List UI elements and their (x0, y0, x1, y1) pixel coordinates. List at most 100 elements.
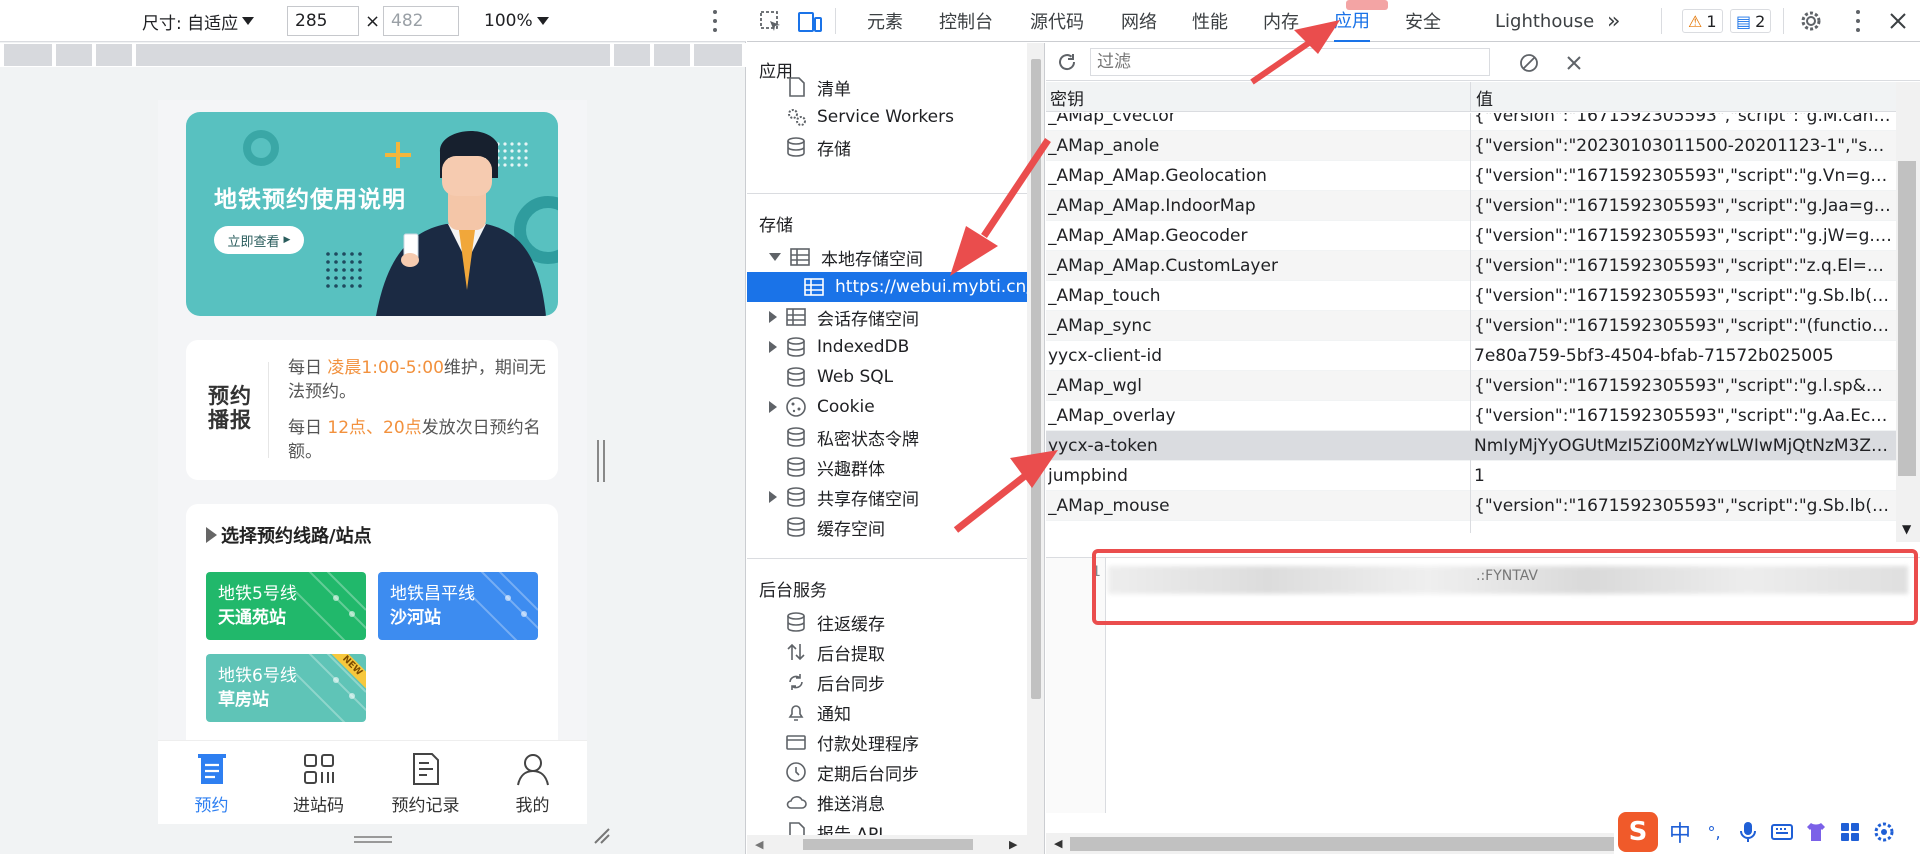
sidebar-item-storage-overview[interactable]: 存储 (785, 132, 851, 162)
ime-settings-icon[interactable] (1872, 820, 1896, 844)
column-divider[interactable] (1470, 113, 1471, 533)
microphone-icon[interactable] (1736, 820, 1760, 844)
scroll-right-icon[interactable]: ▶ (1009, 838, 1017, 851)
sidebar-item-push-messaging[interactable]: 推送消息 (785, 787, 885, 817)
zoom-dropdown[interactable]: 100% (484, 0, 549, 42)
scroll-down-icon[interactable]: ▼ (1902, 522, 1911, 536)
table-row[interactable]: _AMap_AMap.Geolocation {"version":"167159… (1046, 161, 1896, 191)
table-row[interactable]: _AMap_AMap.Geocoder {"version":"167159230… (1046, 221, 1896, 251)
table-row[interactable]: _AMap_anole {"version":"20230103011500-20… (1046, 131, 1896, 161)
tab-entry-code[interactable]: 进站码 (265, 741, 372, 824)
table-row[interactable]: _AMap_wgl {"version":"1671592305593","scr… (1046, 371, 1896, 401)
sidebar-scrollbar-thumb[interactable] (1031, 59, 1041, 699)
line-button-5[interactable]: 地铁5号线 天通苑站 (206, 572, 366, 640)
viewport-resize-handle[interactable] (597, 440, 605, 482)
user-icon (516, 754, 549, 786)
sidebar-item-cookie[interactable]: Cookie (769, 392, 875, 422)
view-now-button[interactable]: 立即查看 ▶ (214, 226, 304, 254)
table-row[interactable]: _AMap_cvector {"version":"1671592305593",… (1046, 113, 1896, 131)
tab-application[interactable]: 应用 (1334, 0, 1370, 42)
sidebar-item-session-storage[interactable]: 会话存储空间 (769, 302, 919, 332)
sidebar-item-manifest[interactable]: 清单 (785, 72, 851, 102)
delete-selected-icon[interactable] (1564, 53, 1584, 73)
media-query-bar[interactable] (0, 43, 746, 67)
table-row[interactable]: _AMap_AMap.IndoorMap {"version":"16715923… (1046, 191, 1896, 221)
sidebar-item-payment-handler[interactable]: 付款处理程序 (785, 727, 919, 757)
toolbox-grid-icon[interactable] (1838, 820, 1862, 844)
device-toolbar-icon[interactable] (797, 10, 823, 34)
tab-lighthouse[interactable]: Lighthouse (1495, 0, 1594, 42)
table-scrollbar-thumb[interactable] (1898, 161, 1916, 476)
dimensions-dropdown[interactable]: 尺寸: 自适应 (142, 0, 255, 42)
clear-all-icon[interactable] (1518, 52, 1540, 74)
customize-devtools-icon[interactable] (1855, 10, 1861, 32)
sidebar-item-local-storage[interactable]: 本地存储空间 (769, 242, 923, 272)
sidebar-item-background-fetch[interactable]: 后台提取 (785, 637, 885, 667)
viewport-resize-handle-bottom[interactable] (354, 836, 392, 843)
messages-badge[interactable]: ▤ 2 (1730, 9, 1772, 33)
sidebar-item-service-workers[interactable]: Service Workers (785, 102, 954, 132)
sidebar-item-shared-storage[interactable]: 共享存储空间 (769, 482, 919, 512)
tab-console[interactable]: 控制台 (939, 0, 993, 42)
keyboard-icon[interactable] (1770, 820, 1794, 844)
width-input[interactable]: 285 (287, 6, 359, 36)
table-row[interactable]: _AMap_overlay {"version":"1671592305593",… (1046, 401, 1896, 431)
ime-language-toggle[interactable]: 中 (1668, 816, 1692, 848)
settings-gear-icon[interactable] (1799, 9, 1823, 33)
tab-sources[interactable]: 源代码 (1030, 0, 1084, 42)
sidebar-item-bfcache[interactable]: 往返缓存 (785, 607, 885, 637)
sidebar-item-indexeddb[interactable]: IndexedDB (769, 332, 909, 362)
tab-security[interactable]: 安全 (1405, 0, 1441, 42)
table-hscroll-thumb[interactable] (1070, 837, 1690, 851)
tab-label: 进站码 (293, 796, 344, 816)
table-row[interactable]: _AMap_mouse {"version":"1671592305593","s… (1046, 491, 1896, 521)
tab-performance[interactable]: 性能 (1192, 0, 1228, 42)
tab-label: 预约 (194, 796, 229, 816)
sidebar-item-notifications[interactable]: 通知 (785, 697, 851, 727)
tab-reserve[interactable]: 预约 (158, 741, 265, 824)
sidebar-item-cache-storage[interactable]: 缓存空间 (785, 512, 885, 542)
line-button-changping[interactable]: 地铁昌平线 沙河站 (378, 572, 538, 640)
table-row[interactable]: _AMap_AMap.CustomLayer {"version":"167159… (1046, 251, 1896, 281)
refresh-icon[interactable] (1056, 51, 1078, 73)
chevron-right-icon: ▶ (283, 235, 291, 245)
bottom-tab-bar: 预约 进站码 预约记录 我的 (158, 740, 587, 824)
resize-corner-icon[interactable] (592, 826, 610, 844)
triangle-right-icon (206, 527, 217, 543)
more-tabs-icon[interactable]: » (1607, 0, 1620, 42)
sidebar-item-local-storage-origin[interactable]: https://webui.mybti.cn/ (747, 272, 1032, 302)
table-row[interactable]: yycx-client-id 7e80a759-5bf3-4504-bfab-71… (1046, 341, 1896, 371)
ime-punctuation-toggle[interactable]: °, (1702, 823, 1726, 842)
sidebar-item-background-sync[interactable]: 后台同步 (785, 667, 885, 697)
filter-input[interactable] (1090, 48, 1490, 76)
tab-mine[interactable]: 我的 (479, 741, 586, 824)
sidebar-hscroll-thumb[interactable] (803, 839, 973, 850)
scroll-left-icon[interactable]: ◀ (1054, 837, 1062, 850)
tab-memory[interactable]: 内存 (1263, 0, 1299, 42)
table-row[interactable]: jumpbind 1 (1046, 461, 1896, 491)
sidebar-item-websql[interactable]: Web SQL (785, 362, 893, 392)
sidebar-item-interest-groups[interactable]: 兴趣群体 (785, 452, 885, 482)
sidebar-item-private-state-tokens[interactable]: 私密状态令牌 (785, 422, 919, 452)
more-options-icon[interactable] (712, 10, 718, 32)
close-devtools-icon[interactable] (1888, 11, 1908, 31)
tab-elements[interactable]: 元素 (867, 0, 903, 42)
tab-records[interactable]: 预约记录 (372, 741, 479, 824)
table-row[interactable]: _AMap_touch {"version":"1671592305593","s… (1046, 281, 1896, 311)
tab-network[interactable]: 网络 (1121, 0, 1157, 42)
skin-shirt-icon[interactable] (1804, 820, 1828, 844)
warnings-badge[interactable]: ⚠ 1 (1682, 9, 1723, 33)
height-input[interactable]: 482 (383, 6, 459, 36)
inspect-element-icon[interactable] (759, 10, 783, 34)
ime-logo[interactable]: S (1618, 812, 1658, 852)
table-icon (804, 278, 824, 296)
sidebar-horizontal-scrollbar[interactable]: ◀ ▶ (747, 835, 1027, 854)
table-row-selected[interactable]: yycx-a-token NmIyMjYyOGUtMzI5Zi00MzYwLWIw… (1046, 431, 1896, 461)
scroll-left-icon[interactable]: ◀ (755, 838, 763, 851)
column-header-key[interactable]: 密钥 (1046, 82, 1084, 112)
table-row[interactable]: _AMap_sync {"version":"1671592305593","sc… (1046, 311, 1896, 341)
line-button-6[interactable]: NEW 地铁6号线 草房站 (206, 654, 366, 722)
column-header-value[interactable]: 值 (1472, 82, 1493, 112)
sidebar-item-periodic-sync[interactable]: 定期后台同步 (785, 757, 919, 787)
instruction-banner[interactable]: 地铁预约使用说明 立即查看 ▶ (186, 112, 558, 316)
